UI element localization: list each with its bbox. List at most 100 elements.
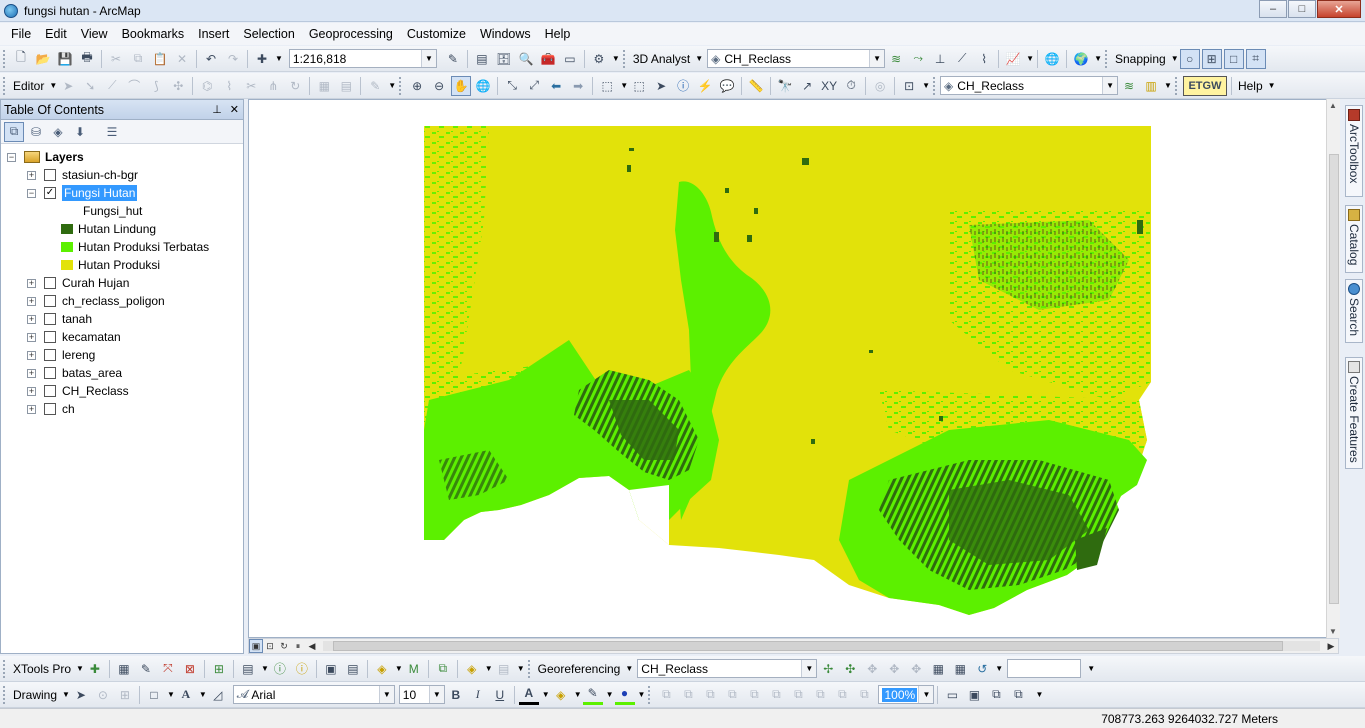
catalog-window-icon[interactable]: 🗄: [494, 49, 514, 69]
toolbar-grip[interactable]: [3, 49, 7, 68]
menu-file[interactable]: File: [4, 23, 38, 45]
expand-icon[interactable]: +: [27, 368, 36, 378]
close-button[interactable]: ✕: [1317, 0, 1361, 18]
clear-selection-icon[interactable]: ⬚: [629, 76, 649, 96]
font-size-combo[interactable]: 10 ▼: [398, 685, 445, 704]
paste-icon[interactable]: 📋: [150, 49, 170, 69]
expand-icon[interactable]: +: [27, 296, 36, 306]
chevron-down-icon[interactable]: ▼: [574, 690, 582, 699]
toolbar-grip[interactable]: [1174, 76, 1179, 95]
chevron-down-icon[interactable]: ▼: [62, 690, 70, 699]
options-icon[interactable]: ☰: [102, 122, 122, 142]
layer-row[interactable]: + ch: [1, 400, 243, 418]
create-features-icon[interactable]: ✎: [365, 76, 385, 96]
toolbar-grip[interactable]: [3, 659, 7, 678]
end-snapping-icon[interactable]: ⊞: [1201, 48, 1222, 69]
rotate-icon[interactable]: ↻: [285, 76, 305, 96]
xtools-add-icon[interactable]: ✚: [85, 659, 105, 679]
layer-visibility-checkbox[interactable]: [44, 313, 56, 325]
rectangle-icon[interactable]: □: [144, 685, 164, 705]
effects-9-icon[interactable]: ⧉: [832, 685, 852, 705]
python-window-icon[interactable]: ▭: [560, 49, 580, 69]
chevron-down-icon[interactable]: ▼: [420, 50, 436, 67]
trace-icon[interactable]: ⟆: [146, 76, 166, 96]
georeference-layer-combo[interactable]: CH_Reclass ▼: [637, 659, 818, 678]
measure-icon[interactable]: 📏: [746, 76, 766, 96]
horizontal-scroll-track[interactable]: [323, 641, 1320, 651]
save-icon[interactable]: 💾: [55, 49, 75, 69]
cut-icon[interactable]: ✂: [106, 49, 126, 69]
point-icon[interactable]: ✣: [168, 76, 188, 96]
minimize-button[interactable]: –: [1259, 0, 1287, 18]
arctoolbox-icon[interactable]: 🧰: [538, 49, 558, 69]
layout-2-icon[interactable]: ▣: [964, 685, 984, 705]
toolbar-grip[interactable]: [399, 76, 403, 95]
contour-icon[interactable]: ≋: [886, 49, 906, 69]
chevron-down-icon[interactable]: ▼: [1171, 54, 1179, 63]
layer-row-selected[interactable]: − ✓ Fungsi Hutan: [1, 184, 243, 202]
layer-visibility-checkbox[interactable]: [44, 349, 56, 361]
point-snapping-icon[interactable]: ○: [1179, 48, 1200, 69]
end-point-arc-icon[interactable]: ⌒: [124, 76, 144, 96]
collapse-icon[interactable]: −: [7, 152, 16, 162]
interpolate-line-icon[interactable]: ⟋: [952, 49, 972, 69]
legend-swatch[interactable]: [61, 242, 73, 252]
edit-vertices-icon[interactable]: ⌬: [197, 76, 217, 96]
rotate-icon[interactable]: ⊙: [93, 685, 113, 705]
add-data-dropdown-icon[interactable]: ▼: [275, 54, 283, 63]
chevron-down-icon[interactable]: ▼: [517, 664, 525, 673]
histogram-icon[interactable]: ▥: [1141, 76, 1161, 96]
scroll-thumb[interactable]: [333, 641, 1283, 651]
legend-swatch[interactable]: [61, 260, 73, 270]
chevron-down-icon[interactable]: ▼: [1102, 77, 1118, 94]
shift-icon[interactable]: ✥: [884, 659, 904, 679]
edit-tool-icon[interactable]: ➤: [58, 76, 78, 96]
editor-toolbar-icon[interactable]: ✎: [443, 49, 463, 69]
list-by-selection-icon[interactable]: ⬇: [70, 122, 90, 142]
chevron-down-icon[interactable]: ▼: [638, 690, 646, 699]
contrast-icon[interactable]: ≋: [1119, 76, 1139, 96]
effects-1-icon[interactable]: ⧉: [656, 685, 676, 705]
chevron-down-icon[interactable]: ▼: [1026, 54, 1034, 63]
layer-visibility-checkbox[interactable]: [44, 367, 56, 379]
xtools-convert-icon[interactable]: ◈: [462, 659, 482, 679]
chevron-down-icon[interactable]: ▼: [378, 686, 394, 703]
model-builder-icon[interactable]: ⚙: [589, 49, 609, 69]
toolbar-grip[interactable]: [1104, 49, 1109, 68]
pan-icon[interactable]: ✋: [451, 75, 472, 96]
layer-row[interactable]: + kecamatan: [1, 328, 243, 346]
chevron-down-icon[interactable]: ▼: [922, 81, 930, 90]
list-by-source-icon[interactable]: ⛁: [26, 122, 46, 142]
chevron-down-icon[interactable]: ▼: [869, 50, 885, 67]
3d-analyst-layer-combo[interactable]: ◈ CH_Reclass ▼: [707, 49, 886, 68]
chevron-down-icon[interactable]: ▼: [620, 81, 628, 90]
xtools-edit-icon[interactable]: ✎: [136, 659, 156, 679]
go-to-xy-icon[interactable]: XY: [819, 76, 839, 96]
expand-icon[interactable]: +: [27, 404, 36, 414]
redo-icon[interactable]: ↷: [223, 49, 243, 69]
data-view-icon[interactable]: ▣: [249, 639, 263, 653]
layer-row[interactable]: + CH_Reclass: [1, 382, 243, 400]
chevron-down-icon[interactable]: ▼: [801, 660, 817, 677]
delete-icon[interactable]: ✕: [172, 49, 192, 69]
editor-menu[interactable]: Editor: [10, 79, 47, 93]
toc-close-icon[interactable]: ✕: [230, 103, 239, 116]
chevron-down-icon[interactable]: ▼: [1094, 54, 1102, 63]
layout-1-icon[interactable]: ▭: [942, 685, 962, 705]
straight-segment-icon[interactable]: ⟋: [102, 76, 122, 96]
xtools-info-icon[interactable]: ⓘ: [270, 659, 290, 679]
undo-icon[interactable]: ↶: [201, 49, 221, 69]
georef-reset-icon[interactable]: ↺: [972, 659, 992, 679]
expand-icon[interactable]: +: [27, 170, 36, 180]
menu-help[interactable]: Help: [538, 23, 578, 45]
menu-bookmarks[interactable]: Bookmarks: [115, 23, 192, 45]
underline-button[interactable]: U: [490, 685, 510, 705]
graph-icon[interactable]: 📈: [1003, 49, 1023, 69]
xtools-export-icon[interactable]: ▤: [238, 659, 258, 679]
toolbar-grip[interactable]: [3, 685, 7, 704]
add-data-icon[interactable]: ✚: [252, 49, 272, 69]
scroll-down-icon[interactable]: ▼: [1329, 627, 1337, 636]
menu-view[interactable]: View: [74, 23, 115, 45]
link-table-icon[interactable]: ▦: [950, 659, 970, 679]
chevron-down-icon[interactable]: ▼: [542, 690, 550, 699]
